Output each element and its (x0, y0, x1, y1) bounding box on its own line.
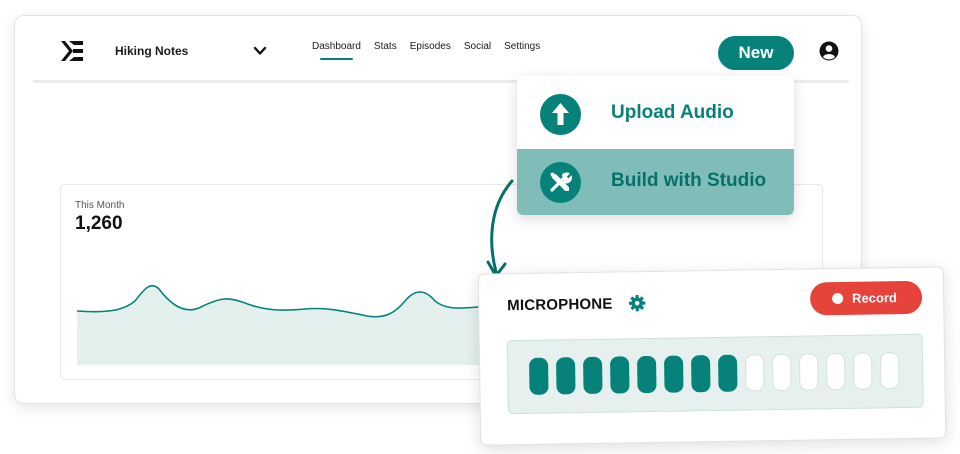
stats-total-value: 1,260 (75, 213, 123, 234)
brand-logo-icon[interactable] (59, 38, 85, 64)
podcast-selector-label[interactable]: Hiking Notes (115, 44, 188, 58)
account-icon[interactable] (819, 41, 839, 61)
level-bars (529, 352, 900, 395)
new-dropdown-menu: Upload Audio Build with Studio (517, 76, 794, 215)
record-dot-icon (832, 292, 844, 305)
upload-arrow-icon (540, 94, 581, 135)
nav-social[interactable]: Social (464, 41, 491, 58)
chart-area (77, 285, 501, 365)
chevron-down-icon[interactable] (253, 45, 267, 57)
level-segment-active (609, 356, 630, 394)
main-nav: Dashboard Stats Episodes Social Settings (312, 41, 540, 60)
level-segment-inactive (798, 353, 819, 391)
gear-icon[interactable] (628, 294, 646, 312)
stats-period-label: This Month (75, 200, 125, 211)
level-segment-inactive (771, 353, 792, 392)
level-segment-active (556, 357, 576, 395)
nav-stats[interactable]: Stats (374, 41, 397, 58)
level-segment-inactive (744, 354, 765, 392)
menu-item-upload-audio[interactable]: Upload Audio (517, 81, 794, 147)
menu-item-build-with-studio[interactable]: Build with Studio (517, 149, 794, 215)
level-segment-inactive (879, 352, 900, 390)
level-segment-inactive (825, 352, 846, 391)
level-segment-active (717, 354, 738, 392)
nav-settings[interactable]: Settings (504, 41, 540, 58)
tools-icon (540, 162, 581, 203)
menu-item-label: Upload Audio (611, 102, 734, 123)
menu-item-label: Build with Studio (611, 170, 767, 191)
level-segment-active (636, 355, 657, 394)
nav-dashboard[interactable]: Dashboard (312, 41, 361, 60)
level-segment-active (690, 355, 711, 393)
microphone-panel: MICROPHONE Record (477, 266, 947, 446)
level-segment-inactive (852, 352, 873, 390)
record-button[interactable]: Record (809, 280, 923, 316)
level-segment-active (583, 356, 603, 395)
microphone-title: MICROPHONE (507, 295, 613, 315)
level-segment-active (663, 355, 684, 393)
record-button-label: Record (851, 290, 898, 306)
new-button[interactable]: New (718, 36, 794, 70)
nav-episodes[interactable]: Episodes (410, 41, 451, 58)
input-level-meter (506, 333, 924, 415)
top-navigation-bar: Hiking Notes Dashboard Stats Episodes So… (15, 16, 861, 82)
level-segment-active (529, 357, 549, 395)
stage: Hiking Notes Dashboard Stats Episodes So… (0, 0, 960, 454)
